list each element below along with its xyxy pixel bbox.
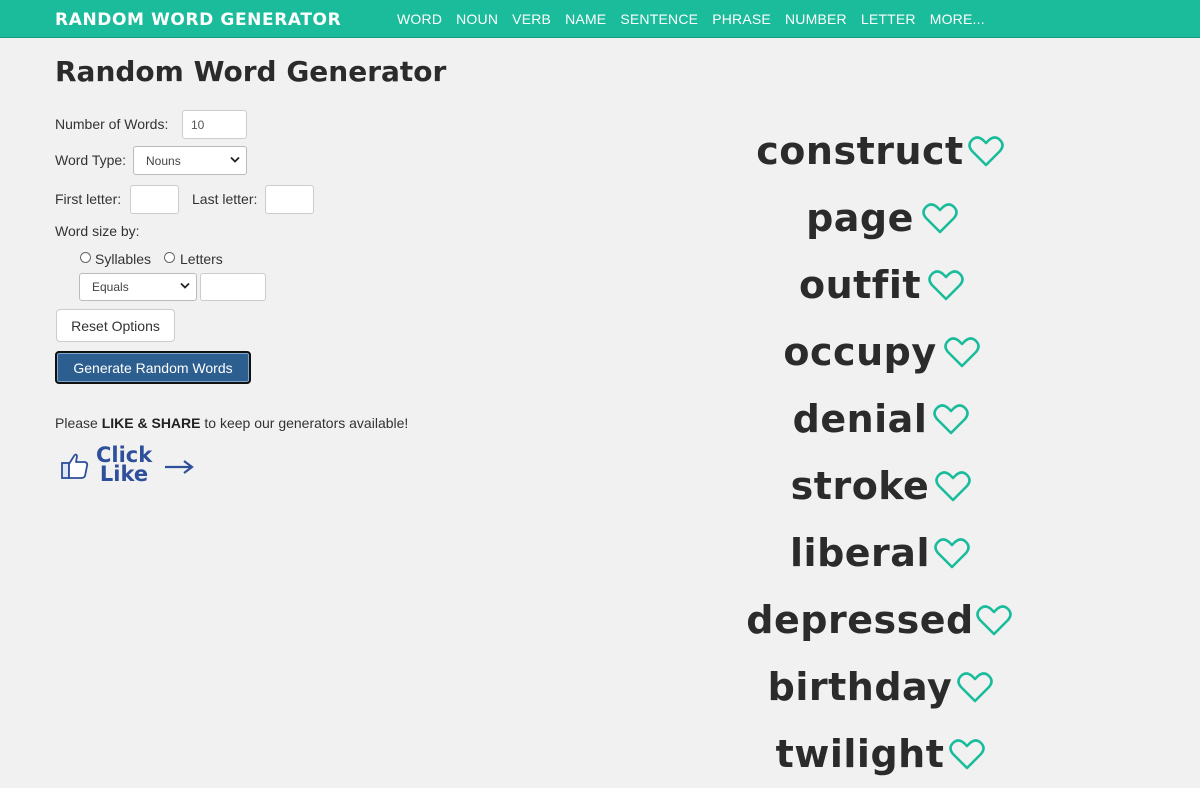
nav-noun[interactable]: NOUN: [456, 11, 498, 27]
word-result-item: stroke: [700, 453, 1020, 520]
generate-words-button[interactable]: Generate Random Words: [55, 351, 251, 384]
word-result-item: construct: [700, 118, 1020, 185]
result-word: liberal: [790, 531, 930, 575]
main-nav: WORD NOUN VERB NAME SENTENCE PHRASE NUMB…: [397, 11, 999, 29]
num-words-input[interactable]: [182, 110, 247, 139]
heart-outline-icon[interactable]: [976, 605, 1012, 642]
chevron-down-icon: [230, 155, 240, 166]
word-type-select[interactable]: Nouns: [133, 146, 247, 175]
nav-letter[interactable]: LETTER: [861, 11, 916, 27]
reset-options-button[interactable]: Reset Options: [56, 309, 175, 342]
heart-outline-icon[interactable]: [935, 471, 971, 508]
share-prefix: Please: [55, 415, 102, 431]
nav-sentence[interactable]: SENTENCE: [620, 11, 698, 27]
word-result-item: depressed: [700, 587, 1020, 654]
first-letter-input[interactable]: [130, 185, 179, 214]
heart-outline-icon[interactable]: [922, 203, 958, 240]
last-letter-label: Last letter:: [192, 191, 258, 207]
heart-outline-icon[interactable]: [928, 270, 964, 307]
word-size-label: Word size by:: [55, 223, 140, 239]
arrow-right-icon: [164, 460, 194, 479]
word-result-item: outfit: [700, 252, 1020, 319]
heart-outline-icon[interactable]: [949, 739, 985, 776]
heart-outline-icon[interactable]: [957, 672, 993, 709]
word-result-item: denial: [700, 386, 1020, 453]
syllables-radio[interactable]: [80, 252, 91, 263]
top-navbar: RANDOM WORD GENERATOR WORD NOUN VERB NAM…: [0, 0, 1200, 38]
first-letter-label: First letter:: [55, 191, 122, 207]
word-result-item: liberal: [700, 520, 1020, 587]
letters-label: Letters: [180, 251, 223, 267]
word-result-item: twilight: [700, 721, 1020, 788]
result-word: denial: [792, 397, 928, 441]
chevron-down-icon: [180, 282, 190, 293]
site-brand-link[interactable]: RANDOM WORD GENERATOR: [55, 10, 341, 30]
result-word: stroke: [790, 464, 930, 508]
nav-number[interactable]: NUMBER: [785, 11, 847, 27]
word-result-item: birthday: [700, 654, 1020, 721]
letters-radio[interactable]: [164, 252, 175, 263]
heart-outline-icon[interactable]: [933, 404, 969, 441]
share-suffix: to keep our generators available!: [200, 415, 409, 431]
size-comparison-select[interactable]: Equals: [79, 273, 197, 301]
word-result-item: page: [700, 185, 1020, 252]
nav-phrase[interactable]: PHRASE: [712, 11, 771, 27]
nav-more[interactable]: MORE...: [930, 11, 985, 27]
click-like-button[interactable]: Click Like: [60, 445, 200, 490]
result-word: depressed: [746, 598, 974, 642]
heart-outline-icon[interactable]: [934, 538, 970, 575]
word-result-item: occupy: [700, 319, 1020, 386]
nav-word[interactable]: WORD: [397, 11, 442, 27]
result-word: page: [806, 196, 914, 240]
result-word: outfit: [798, 263, 922, 307]
syllables-label: Syllables: [95, 251, 152, 267]
heart-outline-icon[interactable]: [944, 337, 980, 374]
click-like-line2: Like: [99, 462, 149, 486]
last-letter-input[interactable]: [265, 185, 314, 214]
share-bold: LIKE & SHARE: [101, 415, 201, 431]
nav-name[interactable]: NAME: [565, 11, 606, 27]
heart-outline-icon[interactable]: [968, 136, 1004, 173]
word-size-input[interactable]: [200, 273, 266, 301]
word-type-selected: Nouns: [146, 153, 181, 168]
word-type-label: Word Type:: [55, 152, 127, 168]
page-title: Random Word Generator: [55, 55, 447, 88]
num-words-label: Number of Words:: [55, 116, 169, 132]
thumbs-up-icon: [60, 452, 90, 485]
nav-verb[interactable]: VERB: [512, 11, 551, 27]
size-comparison-selected: Equals: [92, 280, 129, 294]
share-message: Please LIKE & SHARE to keep our generato…: [55, 415, 408, 431]
click-like-text: Click Like: [96, 445, 152, 486]
